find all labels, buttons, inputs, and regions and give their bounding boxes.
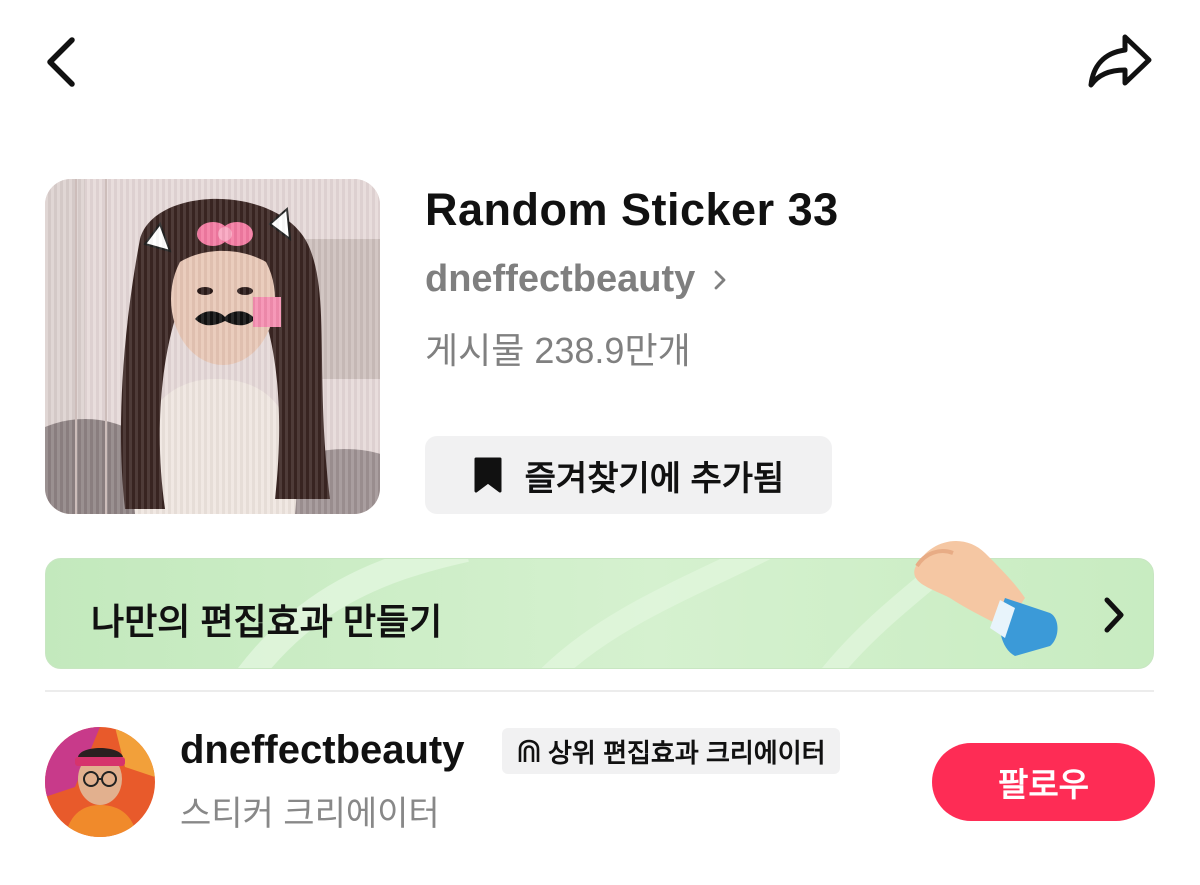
- creator-avatar[interactable]: [45, 727, 155, 837]
- back-button[interactable]: [30, 30, 94, 94]
- favorite-label: 즐겨찾기에 추가됨: [524, 459, 785, 498]
- share-button[interactable]: [1080, 28, 1160, 94]
- chevron-left-icon: [47, 37, 75, 87]
- section-divider: [45, 690, 1154, 692]
- chevron-right-icon: [713, 269, 727, 291]
- creator-link-label: dneffectbeauty: [425, 258, 696, 300]
- bookmark-icon: [474, 457, 502, 493]
- creator-link[interactable]: dneffectbeauty: [425, 258, 727, 301]
- share-arrow-icon: [1088, 34, 1152, 88]
- thumbnail-texture: [45, 179, 380, 514]
- effect-title: Random Sticker 33: [425, 184, 839, 235]
- creator-role: 스티커 크리에이터: [180, 795, 440, 833]
- banner-label: 나만의 편집효과 만들기: [91, 601, 443, 642]
- effect-detail-page: Random Sticker 33 dneffectbeauty 게시물 238…: [0, 0, 1200, 885]
- chevron-right-icon: [1101, 595, 1127, 640]
- creator-username[interactable]: dneffectbeauty: [180, 728, 465, 773]
- follow-button[interactable]: 팔로우: [932, 743, 1155, 821]
- effect-thumbnail[interactable]: [45, 179, 380, 514]
- award-icon: [518, 739, 540, 762]
- post-count: 게시물 238.9만개: [425, 330, 691, 371]
- favorite-button[interactable]: 즐겨찾기에 추가됨: [425, 436, 832, 514]
- hand-with-pencil-icon: [914, 541, 1058, 656]
- top-creator-badge[interactable]: 상위 편집효과 크리에이터: [502, 728, 840, 774]
- badge-label: 상위 편집효과 크리에이터: [548, 737, 826, 768]
